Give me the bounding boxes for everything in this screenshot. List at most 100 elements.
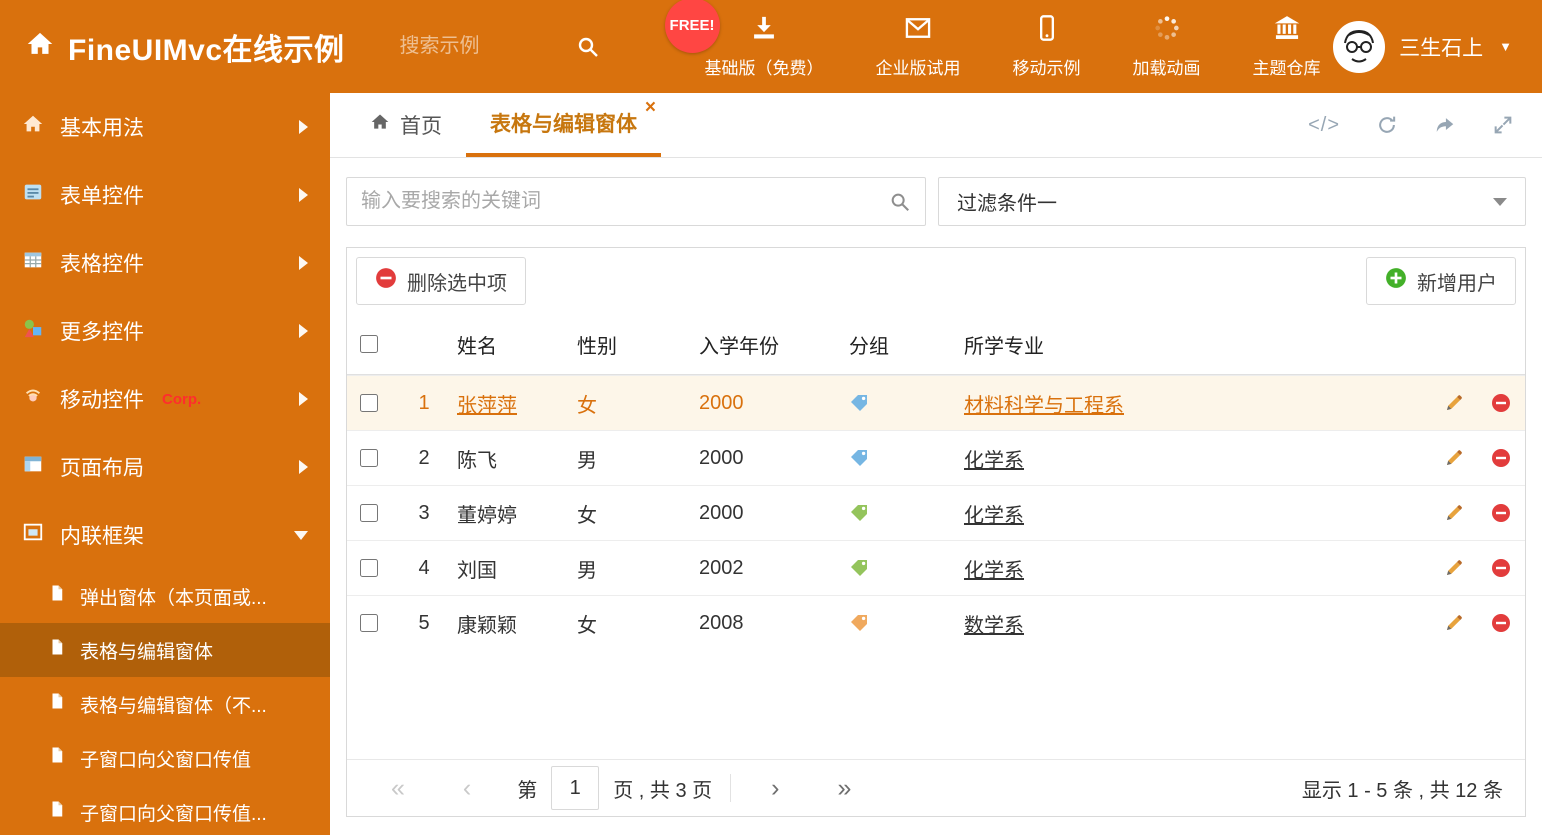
file-icon [48,746,66,770]
sidebar-subitem-child-to-parent-2[interactable]: 子窗口向父窗口传值... [0,785,330,835]
col-header-name[interactable]: 姓名 [457,330,577,359]
refresh-icon[interactable] [1376,114,1398,136]
row-checkbox[interactable] [360,614,378,632]
add-user-button[interactable]: 新增用户 [1366,257,1516,305]
table-row[interactable]: 1 张萍萍 女 2000 材料科学与工程系 [347,375,1525,430]
sidebar: 基本用法 表单控件 表格控件 更多控件 移动控件 Corp. 页面布局 内联框架… [0,93,330,835]
row-number: 5 [418,611,430,634]
divider [730,774,732,802]
sidebar-subitem-popup-window[interactable]: 弹出窗体（本页面或... [0,569,330,623]
delete-row-icon[interactable] [1480,448,1527,468]
search-icon[interactable] [576,35,600,59]
table-row[interactable]: 2 陈飞 男 2000 化学系 [347,430,1525,485]
nav-item-label: 加载动画 [1132,59,1201,78]
cell-major-link[interactable]: 化学系 [964,444,1434,473]
sidebar-item-basic-usage[interactable]: 基本用法 [0,93,330,161]
first-page-icon[interactable]: « [391,775,405,801]
delete-row-icon[interactable] [1480,558,1527,578]
bank-icon [1273,14,1301,47]
col-header-year[interactable]: 入学年份 [699,330,849,359]
file-icon [48,800,66,824]
data-table: 姓名 性别 入学年份 分组 所学专业 1 张萍萍 女 2000 材料科学与工程系 [347,314,1525,650]
fullscreen-icon[interactable] [1492,114,1514,136]
free-badge: FREE! [664,0,720,53]
nav-item-label: 企业版试用 [875,59,961,78]
tab-home[interactable]: 首页 [346,93,466,157]
open-new-window-icon[interactable] [1434,114,1456,136]
row-number: 4 [418,556,430,579]
row-checkbox[interactable] [360,504,378,522]
sidebar-subitem-child-to-parent[interactable]: 子窗口向父窗口传值 [0,731,330,785]
nav-item-theme-store[interactable]: 主题仓库 [1253,14,1321,79]
row-checkbox[interactable] [360,559,378,577]
keyword-search-input[interactable] [361,190,889,213]
nav-item-mobile-demo[interactable]: 移动示例 [1013,14,1081,79]
sidebar-item-page-layout[interactable]: 页面布局 [0,433,330,501]
table-row[interactable]: 5 康颖颖 女 2008 数学系 [347,595,1525,650]
app-logo[interactable]: FineUIMvc在线示例 [0,25,345,69]
row-checkbox[interactable] [360,449,378,467]
frame-icon [22,521,44,549]
user-avatar [1333,20,1386,73]
cell-name: 康颖颖 [457,614,517,637]
nav-item-basic-free[interactable]: FREE! 基础版（免费） [664,0,824,79]
prev-page-icon[interactable]: ‹ [463,775,471,801]
sidebar-item-more-controls[interactable]: 更多控件 [0,297,330,365]
filter-dropdown[interactable]: 过滤条件一 [938,177,1526,226]
table-row[interactable]: 4 刘国 男 2002 化学系 [347,540,1525,595]
user-menu[interactable]: 三生石上 ▼ [1333,20,1542,73]
sidebar-item-mobile-controls[interactable]: 移动控件 Corp. [0,365,330,433]
edit-row-icon[interactable] [1434,448,1480,468]
page-label-prefix: 第 [517,779,538,802]
layout-icon [22,453,44,481]
cell-major-link[interactable]: 化学系 [964,554,1434,583]
delete-row-icon[interactable] [1480,613,1527,633]
app-title: FineUIMvc在线示例 [68,33,345,67]
sidebar-item-form-controls[interactable]: 表单控件 [0,161,330,229]
select-all-checkbox[interactable] [360,335,378,353]
table-row[interactable]: 3 董婷婷 女 2000 化学系 [347,485,1525,540]
edit-row-icon[interactable] [1434,613,1480,633]
col-header-gender[interactable]: 性别 [577,330,699,359]
content: 过滤条件一 删除选中项 新增用户 [330,177,1542,817]
close-tab-icon[interactable]: × [645,98,656,117]
nav-item-label: 移动示例 [1012,59,1081,78]
tab-grid-edit-window[interactable]: 表格与编辑窗体 × [466,93,661,157]
remove-circle-icon [375,267,397,295]
sidebar-subitem-grid-edit-window-2[interactable]: 表格与编辑窗体（不... [0,677,330,731]
tab-toolbar: </> [1308,93,1542,157]
delete-selected-button[interactable]: 删除选中项 [356,257,526,305]
last-page-icon[interactable]: » [837,775,851,801]
row-checkbox[interactable] [360,394,378,412]
delete-row-icon[interactable] [1480,393,1527,413]
edit-row-icon[interactable] [1434,503,1480,523]
grid-toolbar: 删除选中项 新增用户 [347,248,1525,314]
edit-row-icon[interactable] [1434,558,1480,578]
view-source-icon[interactable]: </> [1308,114,1340,137]
sidebar-item-iframe[interactable]: 内联框架 [0,501,330,569]
search-icon[interactable] [889,191,911,213]
tab-bar: 首页 表格与编辑窗体 × </> [330,93,1542,158]
nav-item-label: 主题仓库 [1252,59,1321,78]
cell-gender: 女 [577,614,597,637]
cell-year: 2000 [699,391,744,414]
edit-row-icon[interactable] [1434,393,1480,413]
file-icon [48,638,66,662]
header-search-input[interactable] [399,35,550,58]
chevron-right-icon [299,324,308,338]
home-logo-icon [26,30,54,63]
nav-item-loading-animation[interactable]: 加载动画 [1133,14,1201,79]
sidebar-subitem-grid-edit-window[interactable]: 表格与编辑窗体 [0,623,330,677]
shapes-icon [22,317,44,345]
nav-item-enterprise-trial[interactable]: 企业版试用 [876,14,961,79]
cell-major-link[interactable]: 材料科学与工程系 [964,389,1434,418]
next-page-icon[interactable]: › [771,775,779,801]
col-header-major[interactable]: 所学专业 [964,330,1434,359]
delete-row-icon[interactable] [1480,503,1527,523]
page-number-input[interactable] [551,766,600,810]
cell-major-link[interactable]: 化学系 [964,499,1434,528]
grid-panel: 删除选中项 新增用户 姓名 性别 入学年份 分组 所学专业 1 张萍萍 女 20… [346,247,1526,817]
cell-major-link[interactable]: 数学系 [964,609,1434,638]
col-header-group[interactable]: 分组 [849,330,964,359]
sidebar-item-grid-controls[interactable]: 表格控件 [0,229,330,297]
